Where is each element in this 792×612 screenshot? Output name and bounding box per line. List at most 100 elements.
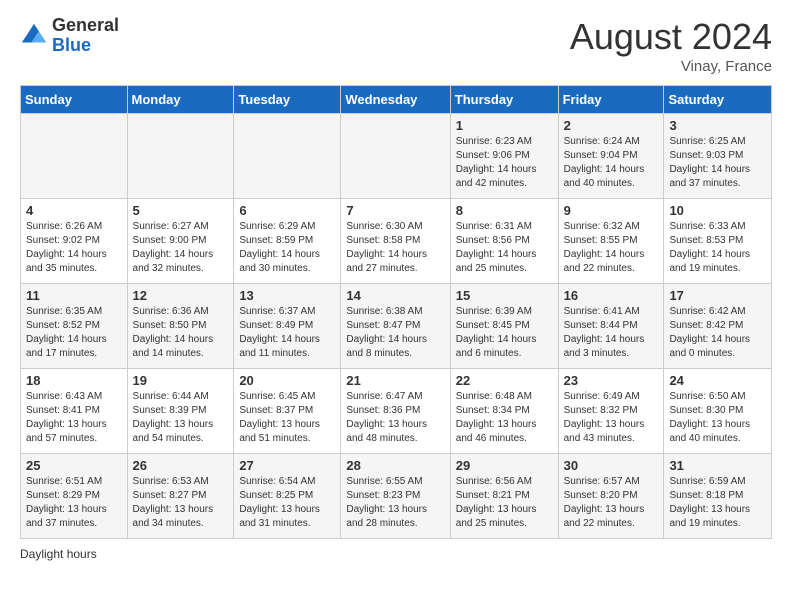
day-number: 6	[239, 203, 335, 218]
day-number: 30	[564, 458, 659, 473]
day-info: Sunrise: 6:44 AM Sunset: 8:39 PM Dayligh…	[133, 390, 229, 446]
daylight-hours-label: Daylight hours	[20, 547, 97, 561]
day-number: 26	[133, 458, 229, 473]
day-info: Sunrise: 6:47 AM Sunset: 8:36 PM Dayligh…	[346, 390, 444, 446]
day-info: Sunrise: 6:29 AM Sunset: 8:59 PM Dayligh…	[239, 220, 335, 276]
location: Vinay, France	[570, 58, 772, 75]
calendar-cell	[341, 114, 450, 199]
calendar-cell: 17Sunrise: 6:42 AM Sunset: 8:42 PM Dayli…	[664, 284, 772, 369]
day-number: 13	[239, 288, 335, 303]
day-number: 14	[346, 288, 444, 303]
day-info: Sunrise: 6:35 AM Sunset: 8:52 PM Dayligh…	[26, 305, 122, 361]
calendar-cell: 1Sunrise: 6:23 AM Sunset: 9:06 PM Daylig…	[450, 114, 558, 199]
day-info: Sunrise: 6:50 AM Sunset: 8:30 PM Dayligh…	[669, 390, 766, 446]
calendar-cell	[234, 114, 341, 199]
calendar-cell: 15Sunrise: 6:39 AM Sunset: 8:45 PM Dayli…	[450, 284, 558, 369]
calendar-cell: 6 Sunrise: 6:29 AM Sunset: 8:59 PM Daylig…	[234, 199, 341, 284]
day-number: 9	[564, 203, 659, 218]
day-header-thursday: Thursday	[450, 86, 558, 114]
day-header-tuesday: Tuesday	[234, 86, 341, 114]
calendar-cell: 18Sunrise: 6:43 AM Sunset: 8:41 PM Dayli…	[21, 369, 128, 454]
month-year: August 2024	[570, 16, 772, 58]
day-number: 2	[564, 118, 659, 133]
calendar-cell: 30 Sunrise: 6:57 AM Sunset: 8:20 PM Dayli…	[558, 454, 664, 539]
day-header-monday: Monday	[127, 86, 234, 114]
calendar-cell: 3 Sunrise: 6:25 AM Sunset: 9:03 PM Daylig…	[664, 114, 772, 199]
calendar-header-row: SundayMondayTuesdayWednesdayThursdayFrid…	[21, 86, 772, 114]
day-info: Sunrise: 6:27 AM Sunset: 9:00 PM Dayligh…	[133, 220, 229, 276]
day-header-saturday: Saturday	[664, 86, 772, 114]
day-header-wednesday: Wednesday	[341, 86, 450, 114]
calendar-week-row: 11 Sunrise: 6:35 AM Sunset: 8:52 PM Dayli…	[21, 284, 772, 369]
calendar-cell: 5 Sunrise: 6:27 AM Sunset: 9:00 PM Daylig…	[127, 199, 234, 284]
day-info: Sunrise: 6:48 AM Sunset: 8:34 PM Dayligh…	[456, 390, 553, 446]
day-info: Sunrise: 6:53 AM Sunset: 8:27 PM Dayligh…	[133, 475, 229, 531]
day-number: 23	[564, 373, 659, 388]
day-number: 25	[26, 458, 122, 473]
day-number: 20	[239, 373, 335, 388]
calendar-cell: 9 Sunrise: 6:32 AM Sunset: 8:55 PM Daylig…	[558, 199, 664, 284]
footer: Daylight hours	[20, 547, 772, 561]
day-number: 16	[564, 288, 659, 303]
day-number: 19	[133, 373, 229, 388]
day-number: 18	[26, 373, 122, 388]
calendar-cell: 31Sunrise: 6:59 AM Sunset: 8:18 PM Dayli…	[664, 454, 772, 539]
calendar-cell: 27 Sunrise: 6:54 AM Sunset: 8:25 PM Dayli…	[234, 454, 341, 539]
logo: General Blue	[20, 16, 119, 56]
day-info: Sunrise: 6:26 AM Sunset: 9:02 PM Dayligh…	[26, 220, 122, 276]
day-number: 27	[239, 458, 335, 473]
page-header: General Blue August 2024 Vinay, France	[20, 16, 772, 75]
calendar-week-row: 18Sunrise: 6:43 AM Sunset: 8:41 PM Dayli…	[21, 369, 772, 454]
day-number: 12	[133, 288, 229, 303]
day-number: 10	[669, 203, 766, 218]
day-number: 4	[26, 203, 122, 218]
day-number: 29	[456, 458, 553, 473]
logo-icon	[20, 22, 48, 50]
calendar-cell: 21 Sunrise: 6:47 AM Sunset: 8:36 PM Dayli…	[341, 369, 450, 454]
day-info: Sunrise: 6:31 AM Sunset: 8:56 PM Dayligh…	[456, 220, 553, 276]
calendar-week-row: 25 Sunrise: 6:51 AM Sunset: 8:29 PM Dayli…	[21, 454, 772, 539]
day-number: 22	[456, 373, 553, 388]
day-info: Sunrise: 6:39 AM Sunset: 8:45 PM Dayligh…	[456, 305, 553, 361]
calendar-week-row: 1Sunrise: 6:23 AM Sunset: 9:06 PM Daylig…	[21, 114, 772, 199]
day-info: Sunrise: 6:49 AM Sunset: 8:32 PM Dayligh…	[564, 390, 659, 446]
calendar-cell: 24 Sunrise: 6:50 AM Sunset: 8:30 PM Dayli…	[664, 369, 772, 454]
day-header-sunday: Sunday	[21, 86, 128, 114]
day-number: 28	[346, 458, 444, 473]
day-number: 8	[456, 203, 553, 218]
day-info: Sunrise: 6:32 AM Sunset: 8:55 PM Dayligh…	[564, 220, 659, 276]
calendar-cell: 16Sunrise: 6:41 AM Sunset: 8:44 PM Dayli…	[558, 284, 664, 369]
day-info: Sunrise: 6:36 AM Sunset: 8:50 PM Dayligh…	[133, 305, 229, 361]
day-info: Sunrise: 6:30 AM Sunset: 8:58 PM Dayligh…	[346, 220, 444, 276]
calendar-cell: 26 Sunrise: 6:53 AM Sunset: 8:27 PM Dayli…	[127, 454, 234, 539]
day-number: 11	[26, 288, 122, 303]
day-info: Sunrise: 6:56 AM Sunset: 8:21 PM Dayligh…	[456, 475, 553, 531]
day-number: 31	[669, 458, 766, 473]
day-info: Sunrise: 6:54 AM Sunset: 8:25 PM Dayligh…	[239, 475, 335, 531]
logo-text: General Blue	[52, 16, 119, 56]
day-info: Sunrise: 6:51 AM Sunset: 8:29 PM Dayligh…	[26, 475, 122, 531]
logo-blue: Blue	[52, 35, 91, 55]
day-number: 21	[346, 373, 444, 388]
calendar-cell: 19 Sunrise: 6:44 AM Sunset: 8:39 PM Dayli…	[127, 369, 234, 454]
calendar-cell: 14 Sunrise: 6:38 AM Sunset: 8:47 PM Dayli…	[341, 284, 450, 369]
day-header-friday: Friday	[558, 86, 664, 114]
day-number: 7	[346, 203, 444, 218]
day-info: Sunrise: 6:25 AM Sunset: 9:03 PM Dayligh…	[669, 135, 766, 191]
day-info: Sunrise: 6:37 AM Sunset: 8:49 PM Dayligh…	[239, 305, 335, 361]
logo-general: General	[52, 15, 119, 35]
day-info: Sunrise: 6:55 AM Sunset: 8:23 PM Dayligh…	[346, 475, 444, 531]
day-number: 3	[669, 118, 766, 133]
calendar-cell: 11 Sunrise: 6:35 AM Sunset: 8:52 PM Dayli…	[21, 284, 128, 369]
calendar-cell: 25 Sunrise: 6:51 AM Sunset: 8:29 PM Dayli…	[21, 454, 128, 539]
day-info: Sunrise: 6:45 AM Sunset: 8:37 PM Dayligh…	[239, 390, 335, 446]
day-info: Sunrise: 6:24 AM Sunset: 9:04 PM Dayligh…	[564, 135, 659, 191]
calendar-cell: 22 Sunrise: 6:48 AM Sunset: 8:34 PM Dayli…	[450, 369, 558, 454]
day-info: Sunrise: 6:38 AM Sunset: 8:47 PM Dayligh…	[346, 305, 444, 361]
day-number: 5	[133, 203, 229, 218]
calendar-table: SundayMondayTuesdayWednesdayThursdayFrid…	[20, 85, 772, 539]
day-number: 24	[669, 373, 766, 388]
day-number: 17	[669, 288, 766, 303]
day-info: Sunrise: 6:57 AM Sunset: 8:20 PM Dayligh…	[564, 475, 659, 531]
calendar-week-row: 4 Sunrise: 6:26 AM Sunset: 9:02 PM Daylig…	[21, 199, 772, 284]
